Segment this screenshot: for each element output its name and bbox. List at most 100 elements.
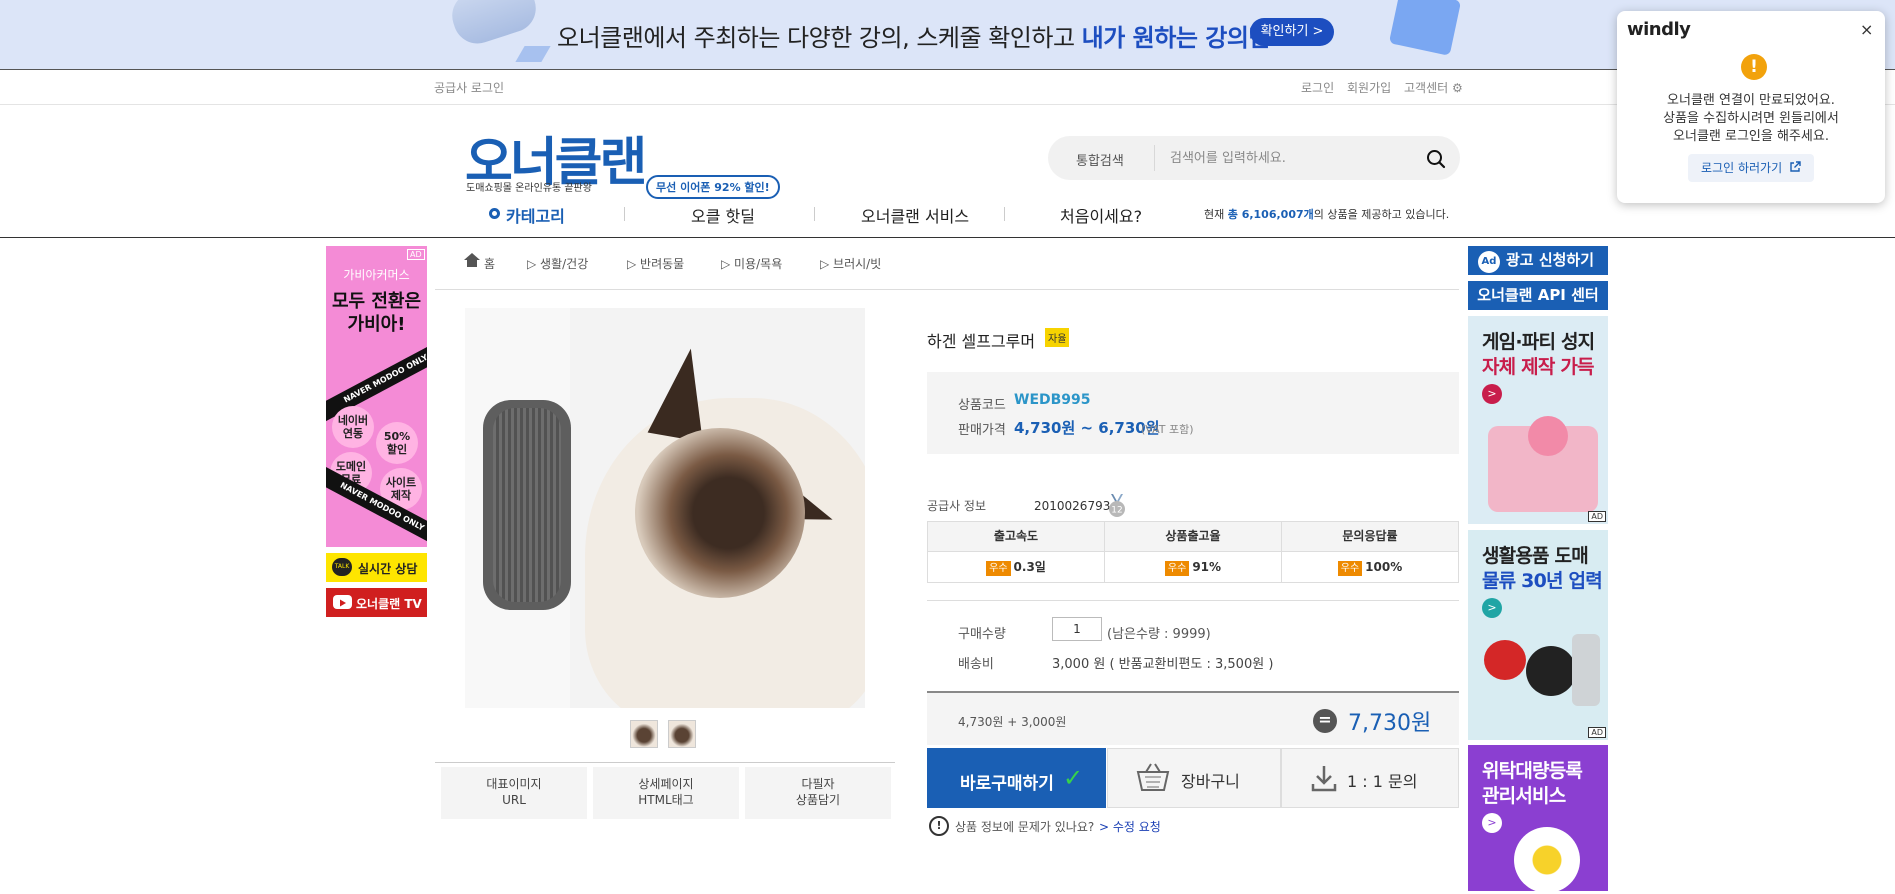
buy-now-label: 바로구매하기 [960, 774, 1054, 794]
banner-confirm-button[interactable]: 확인하기 > [1250, 18, 1334, 46]
stats-header: 출고속도 [928, 522, 1104, 551]
breadcrumb [435, 246, 1459, 290]
breadcrumb-item[interactable]: ▷ 미용/목욕 [721, 255, 782, 272]
nav-divider [814, 207, 815, 221]
flower-graphic [1514, 827, 1580, 891]
alert-icon: ! [929, 816, 949, 836]
ad-headline: 위탁대량등록 관리서비스 [1482, 760, 1583, 807]
product-thumbnail[interactable] [668, 720, 696, 748]
stats-value: 우수 91% [1105, 552, 1281, 582]
ad-tag: AD [407, 249, 425, 260]
youtube-icon [333, 595, 352, 609]
product-thumbnail[interactable] [630, 720, 658, 748]
ad-product-graphic [1528, 416, 1568, 456]
banner-pencil-graphic [515, 46, 551, 62]
windly-login-button[interactable]: 로그인 하러가기 [1688, 154, 1814, 182]
api-center-button[interactable]: 오너클랜 API 센터 [1468, 281, 1608, 310]
right-ad-living[interactable]: 생활용품 도매 물류 30년 업력 > AD [1468, 530, 1608, 740]
ad-tag: AD [1588, 727, 1606, 738]
ad-product-graphic [1572, 634, 1600, 706]
supplier-login-link[interactable]: 공급사 로그인 [434, 79, 504, 96]
check-icon: ✓ [1063, 764, 1084, 792]
product-title: 하겐 셀프그루머 [927, 332, 1036, 351]
ad-brand: 가비아커머스 [343, 268, 410, 282]
breadcrumb-item[interactable]: ▷ 반려동물 [627, 255, 684, 272]
external-link-icon [1790, 161, 1801, 172]
product-count-text: 현재 총 6,106,007개의 상품을 제공하고 있습니다. [1204, 208, 1450, 221]
search-divider [1154, 145, 1155, 171]
nav-services[interactable]: 오너클랜 서비스 [861, 203, 969, 227]
windly-logo: windly [1627, 19, 1691, 40]
ad-headline: 게임·파티 성지 자체 제작 가득 [1482, 331, 1595, 378]
breadcrumb-home[interactable]: 홈 [484, 255, 495, 272]
quantity-input[interactable] [1052, 617, 1102, 641]
nav-hot-deal[interactable]: 오클 핫딜 [691, 203, 755, 227]
warning-icon: ! [1741, 54, 1767, 80]
signup-link[interactable]: 회원가입 [1347, 79, 1391, 96]
price-box [927, 372, 1459, 454]
utility-bar [0, 69, 1895, 105]
shipping-fee: 3,000 원 ( 반품교환비편도 : 3,500원 ) [1052, 657, 1274, 672]
stats-value: 우수 100% [1282, 552, 1458, 582]
ad-icon: Ad [1478, 251, 1500, 273]
ad-heart-badge: 50% 할인 [376, 422, 418, 464]
remaining-quantity: (남은수량 : 9999) [1107, 627, 1211, 642]
price-label: 판매가격 [958, 423, 1006, 438]
download-icon [1311, 766, 1337, 792]
arrow-right-icon: > [1482, 384, 1502, 404]
product-main-image[interactable] [465, 308, 865, 708]
vat-note: (VAT 포함) [1141, 423, 1194, 436]
banner-box-graphic [1388, 0, 1462, 56]
breadcrumb-item[interactable]: ▷ 브러시/빗 [820, 255, 881, 272]
right-ad-game[interactable]: 게임·파티 성지 자체 제작 가득 > AD [1468, 316, 1608, 524]
divider [927, 600, 1459, 601]
support-link[interactable]: 고객센터 ⚙ [1404, 79, 1463, 96]
stats-header: 문의응답률 [1282, 522, 1458, 551]
nav-first-visit[interactable]: 처음이세요? [1060, 203, 1142, 227]
ad-heart-badge: 네이버 연동 [332, 406, 374, 448]
ad-product-graphic [1484, 640, 1526, 680]
coupon-bubble[interactable]: 무선 이어폰 92% 할인! [646, 175, 780, 199]
shipping-label: 배송비 [958, 657, 994, 672]
equals-icon: = [1313, 709, 1337, 733]
nav-divider [1004, 207, 1005, 221]
ad-headline: 모두 전환은 가비아! [331, 291, 422, 336]
medal-icon: 12 [1109, 494, 1125, 517]
cart-label: 장바구니 [1181, 772, 1240, 791]
nav-category[interactable]: 카테고리 [506, 203, 565, 227]
search-input[interactable] [1170, 146, 1410, 170]
ad-product-graphic [1526, 646, 1576, 696]
search-icon[interactable] [1426, 149, 1446, 169]
ad-headline: 생활용품 도매 물류 30년 업력 [1482, 545, 1603, 592]
close-icon[interactable]: × [1860, 20, 1873, 39]
breadcrumb-item[interactable]: ▷ 생활/건강 [527, 255, 588, 272]
arrow-right-icon: > [1482, 598, 1502, 618]
site-logo-subtitle: 도매쇼핑몰 온라인유통 끝판왕 [466, 183, 592, 194]
product-price: 4,730원 ~ 6,730원 [1014, 419, 1160, 437]
product-code-label: 상품코드 [958, 398, 1006, 413]
home-icon [464, 253, 480, 267]
divider [435, 762, 895, 763]
windly-message-line: 상품을 수집하시려면 윈들리에서 [1663, 111, 1839, 126]
search-scope-select[interactable]: 통합검색 [1076, 150, 1124, 169]
report-text: 상품 정보에 문제가 있나요? [955, 820, 1095, 834]
edit-request-link[interactable]: > 수정 요청 [1099, 818, 1161, 835]
total-formula: 4,730원 + 3,000원 [958, 715, 1067, 729]
svg-text:12: 12 [1111, 506, 1122, 516]
kakaotalk-icon: TALK [332, 558, 352, 576]
stats-value: 우수 0.3일 [928, 552, 1104, 582]
supplier-code: 2010026793 [1034, 499, 1111, 513]
live-chat-label: 실시간 상담 [358, 562, 418, 576]
detail-html-button[interactable]: 상세페이지 HTML태그 [593, 767, 739, 819]
windly-message-line: 오너클랜 연결이 만료되었어요. [1667, 93, 1835, 108]
windly-message-line: 오너클랜 로그인을 해주세요. [1673, 129, 1829, 144]
login-link[interactable]: 로그인 [1301, 79, 1334, 96]
arrow-right-icon: > [1482, 813, 1502, 833]
top-banner[interactable]: 오너클랜에서 주최하는 다양한 강의, 스케줄 확인하고 내가 원하는 강의만!… [0, 0, 1895, 69]
right-ad-bulk[interactable]: 위탁대량등록 관리서비스 > [1468, 745, 1608, 891]
quantity-label: 구매수량 [958, 627, 1006, 642]
multi-product-button[interactable]: 다필자 상품담기 [745, 767, 891, 819]
ad-request-button[interactable]: Ad 광고 신청하기 [1468, 246, 1608, 275]
image-url-button[interactable]: 대표이미지 URL [441, 767, 587, 819]
nav-divider [624, 207, 625, 221]
